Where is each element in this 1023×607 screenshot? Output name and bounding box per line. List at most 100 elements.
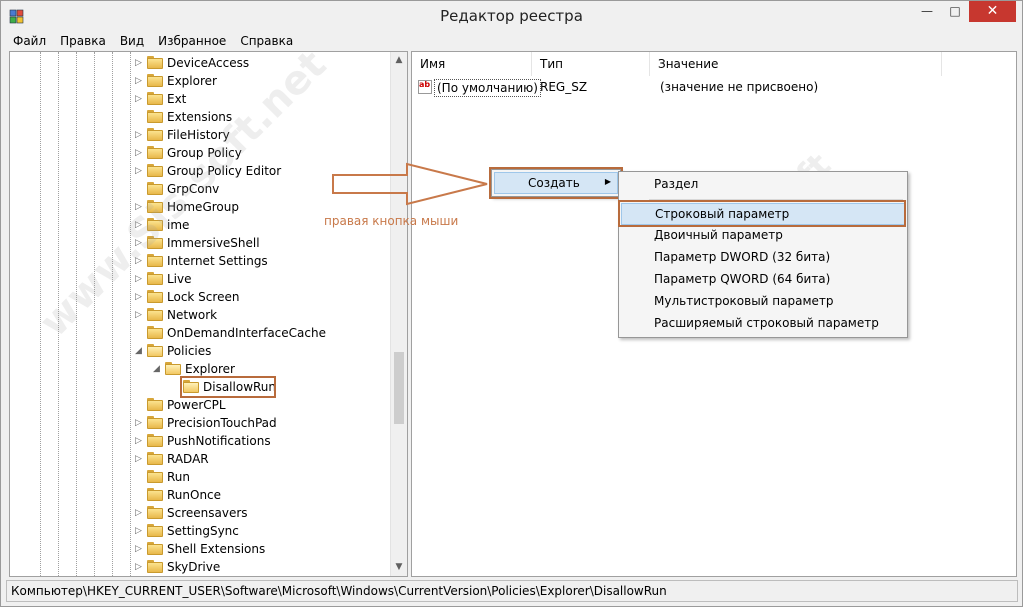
tree-item[interactable]: OnDemandInterfaceCache [10, 324, 390, 342]
folder-icon [147, 560, 163, 573]
expand-arrow-icon[interactable]: ▷ [134, 219, 143, 231]
tree-item[interactable]: ▷ PrecisionTouchPad [10, 414, 390, 432]
expand-arrow-icon[interactable]: ▷ [134, 561, 143, 573]
value-data-cell: (значение не присвоено) [660, 80, 819, 94]
expand-arrow-icon[interactable]: ▷ [134, 165, 143, 177]
folder-icon [147, 110, 163, 123]
expand-arrow-icon[interactable]: ◢ [152, 363, 161, 375]
tree-item[interactable]: ▷ SettingSync [10, 522, 390, 540]
registry-tree-pane[interactable]: ▲ ▼ ▷ DeviceAccess ▷ Explorer ▷ Ext Extensions… [9, 51, 408, 577]
tree-item[interactable]: ▷ FileHistory [10, 126, 390, 144]
expand-arrow-icon[interactable]: ▷ [134, 453, 143, 465]
maximize-button[interactable]: □ [941, 1, 969, 22]
scroll-thumb[interactable] [394, 352, 404, 424]
tree-item[interactable]: ▷ Group Policy [10, 144, 390, 162]
expand-arrow-icon[interactable]: ◢ [134, 345, 143, 357]
folder-icon [147, 218, 163, 231]
submenu-item-dword-value[interactable]: Параметр DWORD (32 бита) [621, 247, 905, 269]
tree-item[interactable]: ▷ Lock Screen [10, 288, 390, 306]
tree-item-label: RunOnce [167, 488, 222, 502]
menu-bar: Файл Правка Вид Избранное Справка [6, 32, 300, 50]
folder-icon [147, 326, 163, 339]
expand-arrow-icon[interactable]: ▷ [134, 309, 143, 321]
create-menu-item[interactable]: Создать ▶ [494, 172, 618, 194]
tree-item-label: ime [167, 218, 190, 232]
menu-help[interactable]: Справка [233, 32, 300, 50]
tree-item[interactable]: ▷ Live [10, 270, 390, 288]
folder-icon [147, 524, 163, 537]
submenu-item-label: Расширяемый строковый параметр [654, 316, 879, 330]
expand-arrow-icon[interactable]: ▷ [134, 417, 143, 429]
tree-item-label: Explorer [185, 362, 235, 376]
value-name-cell[interactable]: (По умолчанию) [434, 79, 541, 97]
tree-scrollbar[interactable]: ▲ ▼ [390, 52, 407, 576]
folder-icon [147, 74, 163, 87]
expand-arrow-icon[interactable]: ▷ [134, 129, 143, 141]
close-button[interactable]: ✕ [969, 1, 1016, 22]
column-header-type[interactable]: Тип [532, 52, 650, 76]
tree-item-label: PushNotifications [167, 434, 271, 448]
tree-item[interactable]: ▷ Internet Settings [10, 252, 390, 270]
column-header-value[interactable]: Значение [650, 52, 942, 76]
table-row[interactable]: ab (По умолчанию) REG_SZ (значение не пр… [412, 78, 1012, 97]
scroll-down-icon[interactable]: ▼ [391, 559, 407, 576]
tree-item[interactable]: ▷ Network [10, 306, 390, 324]
scroll-up-icon[interactable]: ▲ [391, 52, 407, 69]
submenu-item-binary-value[interactable]: Двоичный параметр [621, 225, 905, 247]
submenu-item-qword-value[interactable]: Параметр QWORD (64 бита) [621, 269, 905, 291]
tree-item[interactable]: RunOnce [10, 486, 390, 504]
menu-favorites[interactable]: Избранное [151, 32, 233, 50]
expand-arrow-icon[interactable]: ▷ [134, 147, 143, 159]
folder-icon [147, 308, 163, 321]
tree-item[interactable]: Run [10, 468, 390, 486]
tree-item[interactable]: PowerCPL [10, 396, 390, 414]
tree-item[interactable]: ▷ PushNotifications [10, 432, 390, 450]
expand-arrow-icon[interactable]: ▷ [134, 237, 143, 249]
menu-view[interactable]: Вид [113, 32, 151, 50]
submenu-item-key[interactable]: Раздел [621, 174, 905, 196]
expand-arrow-icon[interactable]: ▷ [134, 93, 143, 105]
expand-arrow-icon[interactable]: ▷ [134, 201, 143, 213]
submenu-item-expandable-string-value[interactable]: Расширяемый строковый параметр [621, 313, 905, 335]
submenu-item-label: Мультистроковый параметр [654, 294, 834, 308]
tree-item-label: Network [167, 308, 218, 322]
tree-item-label: HomeGroup [167, 200, 239, 214]
expand-arrow-icon[interactable]: ▷ [134, 543, 143, 555]
folder-icon [147, 254, 163, 267]
tree-item[interactable]: ▷ ImmersiveShell [10, 234, 390, 252]
folder-icon [147, 56, 163, 69]
expand-arrow-icon[interactable]: ▷ [134, 75, 143, 87]
expand-arrow-icon[interactable]: ▷ [134, 57, 143, 69]
tree-item[interactable]: ▷ Shell Extensions [10, 540, 390, 558]
tree-item-label: OnDemandInterfaceCache [167, 326, 326, 340]
tree-item[interactable]: ▷ SkyDrive [10, 558, 390, 576]
create-submenu: Раздел Строковый параметр Двоичный парам… [618, 171, 908, 338]
tree-item-label: PowerCPL [167, 398, 226, 412]
column-header-name[interactable]: Имя [412, 52, 532, 76]
menu-file[interactable]: Файл [6, 32, 53, 50]
tree-item[interactable]: ◢ Policies [10, 342, 390, 360]
tree-item[interactable]: ▷ DeviceAccess [10, 54, 390, 72]
expand-arrow-icon[interactable]: ▷ [134, 507, 143, 519]
expand-arrow-icon[interactable]: ▷ [134, 435, 143, 447]
value-type-cell: REG_SZ [540, 80, 588, 94]
tree-item[interactable]: Extensions [10, 108, 390, 126]
submenu-item-multistring-value[interactable]: Мультистроковый параметр [621, 291, 905, 313]
tree-item[interactable]: ▷ Ext [10, 90, 390, 108]
expand-arrow-icon[interactable]: ▷ [134, 255, 143, 267]
tree-item[interactable]: ▷ Screensavers [10, 504, 390, 522]
expand-arrow-icon[interactable]: ▷ [134, 273, 143, 285]
tree-item[interactable]: ▷ Explorer [10, 72, 390, 90]
folder-icon [147, 236, 163, 249]
window-title: Редактор реестра [440, 7, 583, 25]
expand-arrow-icon[interactable]: ▷ [134, 525, 143, 537]
menu-edit[interactable]: Правка [53, 32, 113, 50]
expand-arrow-icon[interactable]: ▷ [134, 291, 143, 303]
minimize-button[interactable]: — [913, 1, 941, 22]
tree-item[interactable]: ▷ RADAR [10, 450, 390, 468]
tree-item-label: SettingSync [167, 524, 239, 538]
submenu-item-string-value[interactable]: Строковый параметр [621, 203, 905, 225]
